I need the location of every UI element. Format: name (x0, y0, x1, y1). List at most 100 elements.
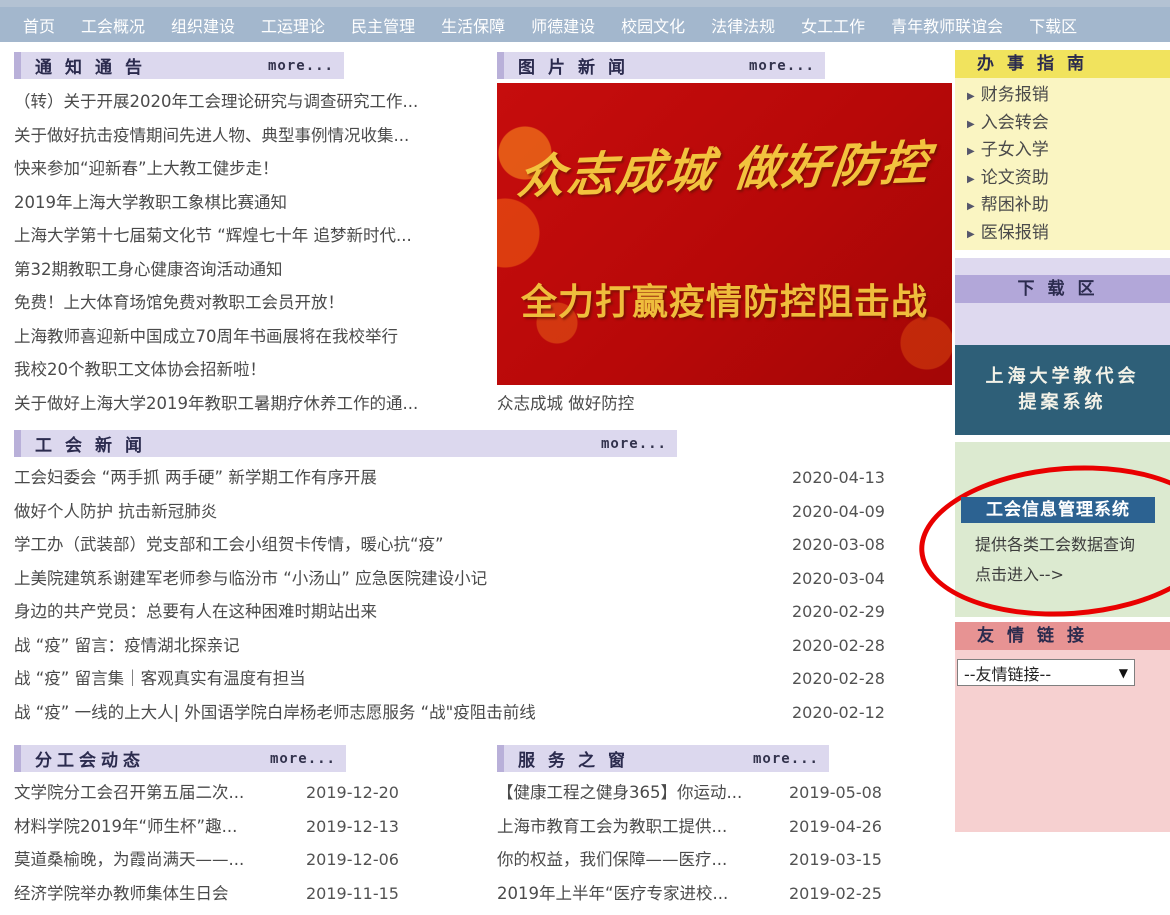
guide-item[interactable]: ▶帮困补助 (967, 192, 1170, 220)
photo-news-title: 图片新闻 (518, 53, 638, 78)
service-guide-box: 办事指南 ▶财务报销 ▶入会转会 ▶子女入学 ▶论文资助 ▶帮困补助 ▶医保报销 (955, 50, 1170, 250)
union-info-system-enter-link[interactable]: 点击进入--> (975, 560, 1135, 590)
friendly-links-dropdown[interactable]: --友情链接-- ▼ (957, 659, 1135, 686)
news-link[interactable]: 经济学院举办教师集体生日会 (14, 877, 306, 911)
nav-item-campus-culture[interactable]: 校园文化 (608, 13, 698, 37)
service-guide-header: 办事指南 (955, 50, 1170, 78)
notice-item[interactable]: 免费！上大体育场馆免费对教职工会员开放！ (14, 286, 492, 320)
top-nav: 首页 工会概况 组织建设 工运理论 民主管理 生活保障 师德建设 校园文化 法律… (0, 0, 1170, 42)
notice-item[interactable]: 快来参加“迎新春”上大教工健步走！ (14, 152, 492, 186)
chevron-down-icon: ▼ (1119, 666, 1128, 680)
news-row: 学工办（武装部）党支部和工会小组贺卡传情，暖心抗“疫” 2020-03-08 (14, 528, 894, 562)
nav-item-labor-theory[interactable]: 工运理论 (248, 13, 338, 37)
notice-item[interactable]: 关于做好上海大学2019年教职工暑期疗休养工作的通... (14, 387, 492, 421)
news-link[interactable]: 工会妇委会 “两手抓 两手硬” 新学期工作有序开展 (14, 461, 792, 495)
nav-item-teacher-ethics[interactable]: 师德建设 (518, 13, 608, 37)
news-date: 2020-02-28 (792, 662, 894, 696)
news-link[interactable]: 材料学院2019年“师生杯”趣... (14, 810, 306, 844)
union-info-system-box: 工会信息管理系统 提供各类工会数据查询 点击进入--> (955, 442, 1170, 617)
union-news-more-link[interactable]: more... (601, 436, 667, 452)
notices-header: 通知通告 more... (14, 52, 344, 79)
branch-news-section: 分工会动态 more... 文学院分工会召开第五届二次... 2019-12-2… (14, 745, 414, 910)
photo-news-more-link[interactable]: more... (749, 58, 815, 74)
nav-item-union-overview[interactable]: 工会概况 (68, 13, 158, 37)
triangle-bullet-icon: ▶ (967, 229, 975, 240)
news-link[interactable]: 你的权益，我们保障——医疗... (497, 843, 789, 877)
news-row: 文学院分工会召开第五届二次... 2019-12-20 (14, 776, 414, 810)
notice-item[interactable]: 关于做好抗击疫情期间先进人物、典型事例情况收集... (14, 119, 492, 153)
notice-item[interactable]: 我校20个教职工文体协会招新啦！ (14, 353, 492, 387)
notices-more-link[interactable]: more... (268, 58, 334, 74)
service-window-more-link[interactable]: more... (753, 751, 819, 767)
notice-item[interactable]: 2019年上海大学教职工象棋比赛通知 (14, 186, 492, 220)
news-row: 战 “疫” 留言：疫情湖北探亲记 2020-02-28 (14, 629, 894, 663)
news-link[interactable]: 做好个人防护 抗击新冠肺炎 (14, 495, 792, 529)
union-news-header: 工会新闻 more... (14, 430, 677, 457)
nav-item-downloads[interactable]: 下载区 (1016, 13, 1090, 37)
notice-item[interactable]: （转）关于开展2020年工会理论研究与调查研究工作... (14, 85, 492, 119)
guide-item[interactable]: ▶入会转会 (967, 110, 1170, 138)
guide-item[interactable]: ▶医保报销 (967, 220, 1170, 248)
union-info-system-link[interactable]: 工会信息管理系统 (961, 497, 1155, 523)
photo-news-banner-image[interactable]: 众志成城 做好防控 全力打赢疫情防控阻击战 (497, 83, 952, 385)
news-row: 上海市教育工会为教职工提供... 2019-04-26 (497, 810, 897, 844)
news-date: 2020-04-13 (792, 461, 894, 495)
nav-item-organization[interactable]: 组织建设 (158, 13, 248, 37)
nav-item-women-work[interactable]: 女工工作 (788, 13, 878, 37)
news-row: 【健康工程之健身365】你运动... 2019-05-08 (497, 776, 897, 810)
news-row: 莫道桑榆晚，为霞尚满天——... 2019-12-06 (14, 843, 414, 877)
guide-item[interactable]: ▶财务报销 (967, 82, 1170, 110)
triangle-bullet-icon: ▶ (967, 201, 975, 212)
notices-title: 通知通告 (35, 53, 155, 78)
nav-item-democratic-mgmt[interactable]: 民主管理 (338, 13, 428, 37)
news-link[interactable]: 战 “疫” 留言：疫情湖北探亲记 (14, 629, 792, 663)
news-date: 2020-04-09 (792, 495, 894, 529)
friendly-links-box: 友情链接 --友情链接-- ▼ (955, 622, 1170, 832)
news-row: 经济学院举办教师集体生日会 2019-11-15 (14, 877, 414, 911)
service-window-title: 服务之窗 (518, 746, 638, 771)
service-window-list: 【健康工程之健身365】你运动... 2019-05-08 上海市教育工会为教职… (497, 776, 897, 910)
news-row: 你的权益，我们保障——医疗... 2019-03-15 (497, 843, 897, 877)
friendly-links-dropdown-value: --友情链接-- (964, 661, 1051, 685)
nav-item-laws[interactable]: 法律法规 (698, 13, 788, 37)
news-row: 身边的共产党员：总要有人在这种困难时期站出来 2020-02-29 (14, 595, 894, 629)
triangle-bullet-icon: ▶ (967, 91, 975, 102)
notice-item[interactable]: 第32期教职工身心健康咨询活动通知 (14, 253, 492, 287)
photo-news-caption[interactable]: 众志成城 做好防控 (497, 390, 952, 414)
news-date: 2020-03-04 (792, 562, 894, 596)
news-link[interactable]: 【健康工程之健身365】你运动... (497, 776, 789, 810)
news-link[interactable]: 2019年上半年“医疗专家进校... (497, 877, 789, 911)
sidebar: 办事指南 ▶财务报销 ▶入会转会 ▶子女入学 ▶论文资助 ▶帮困补助 ▶医保报销… (955, 50, 1170, 832)
branch-news-list: 文学院分工会召开第五届二次... 2019-12-20 材料学院2019年“师生… (14, 776, 414, 910)
news-link[interactable]: 上海市教育工会为教职工提供... (497, 810, 789, 844)
news-link[interactable]: 战 “疫” 一线的上大人| 外国语学院白岸杨老师志愿服务 “战"疫阻击前线 (14, 696, 792, 730)
proposal-system-line1: 上海大学教代会 (986, 364, 1140, 390)
news-link[interactable]: 文学院分工会召开第五届二次... (14, 776, 306, 810)
news-link[interactable]: 身边的共产党员：总要有人在这种困难时期站出来 (14, 595, 792, 629)
news-link[interactable]: 莫道桑榆晚，为霞尚满天——... (14, 843, 306, 877)
nav-item-young-teachers[interactable]: 青年教师联谊会 (878, 13, 1016, 37)
notices-list: （转）关于开展2020年工会理论研究与调查研究工作... 关于做好抗击疫情期间先… (14, 85, 492, 420)
service-window-header: 服务之窗 more... (497, 745, 829, 772)
proposal-system-banner[interactable]: 上海大学教代会 提案系统 (955, 345, 1170, 435)
news-link[interactable]: 上美院建筑系谢建军老师参与临汾市 “小汤山” 应急医院建设小记 (14, 562, 792, 596)
news-date: 2020-02-12 (792, 696, 894, 730)
proposal-system-line2: 提案系统 (1019, 390, 1107, 416)
nav-item-life-security[interactable]: 生活保障 (428, 13, 518, 37)
branch-news-more-link[interactable]: more... (270, 751, 336, 767)
download-zone-header[interactable]: 下载区 (955, 275, 1170, 303)
news-date: 2019-12-20 (306, 776, 408, 810)
union-info-system-desc[interactable]: 提供各类工会数据查询 点击进入--> (975, 530, 1135, 590)
news-date: 2019-04-26 (789, 810, 891, 844)
guide-item[interactable]: ▶子女入学 (967, 137, 1170, 165)
nav-item-home[interactable]: 首页 (10, 13, 68, 37)
branch-news-title: 分工会动态 (35, 746, 145, 771)
news-row: 2019年上半年“医疗专家进校... 2019-02-25 (497, 877, 897, 911)
news-link[interactable]: 战 “疫” 留言集｜客观真实有温度有担当 (14, 662, 792, 696)
photo-news-section: 图片新闻 more... 众志成城 做好防控 全力打赢疫情防控阻击战 众志成城 … (497, 52, 952, 414)
news-date: 2019-05-08 (789, 776, 891, 810)
news-link[interactable]: 学工办（武装部）党支部和工会小组贺卡传情，暖心抗“疫” (14, 528, 792, 562)
notice-item[interactable]: 上海大学第十七届菊文化节 “辉煌七十年 追梦新时代... (14, 219, 492, 253)
guide-item[interactable]: ▶论文资助 (967, 165, 1170, 193)
notice-item[interactable]: 上海教师喜迎新中国成立70周年书画展将在我校举行 (14, 320, 492, 354)
